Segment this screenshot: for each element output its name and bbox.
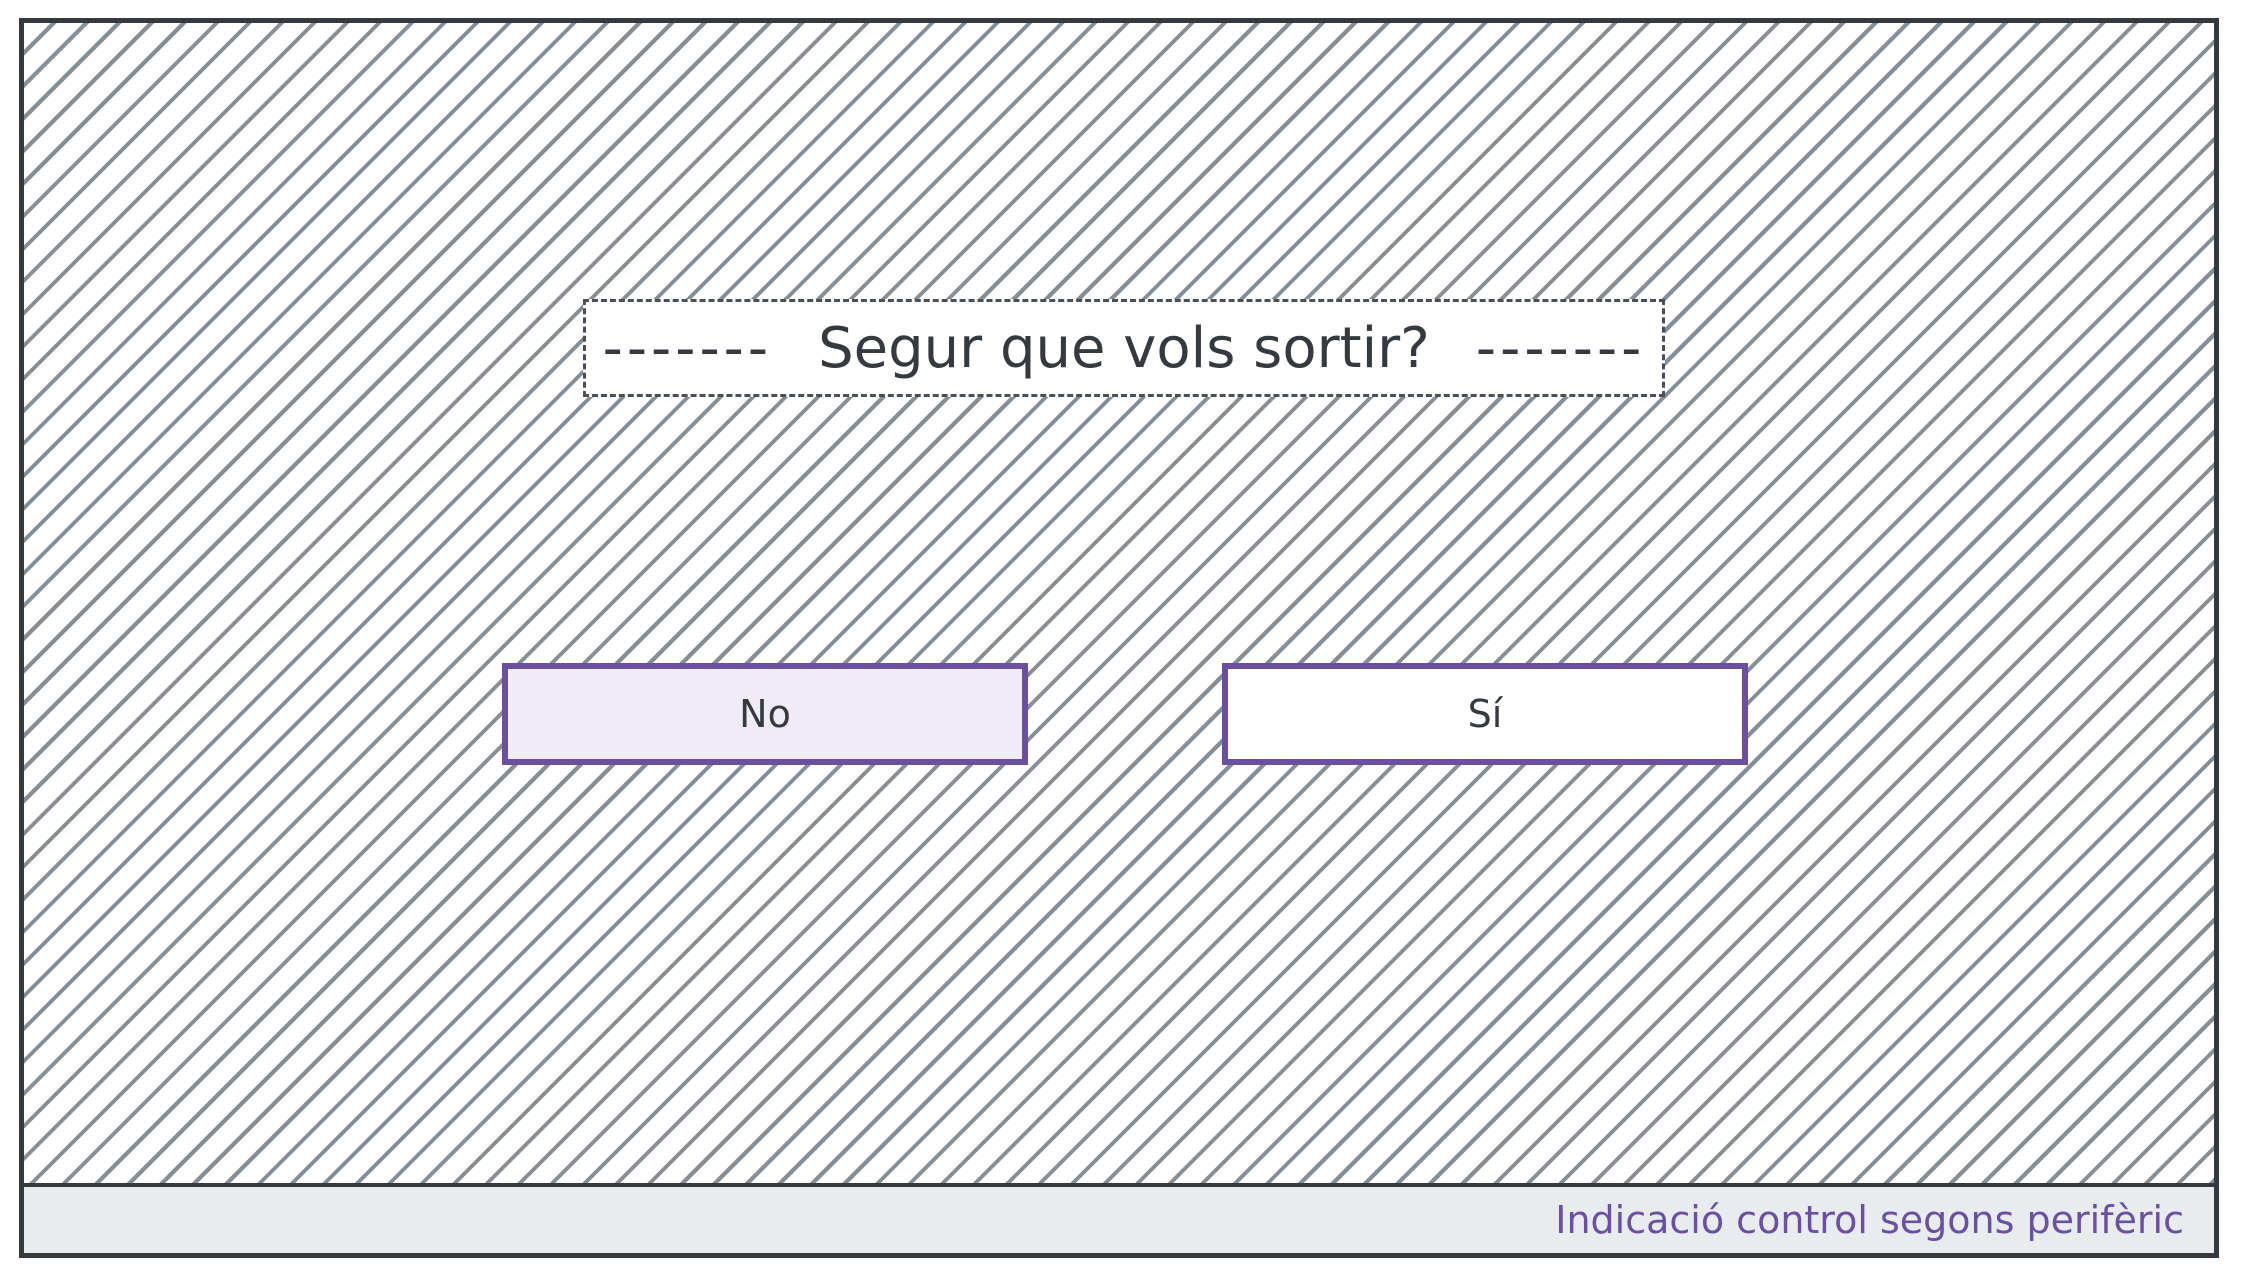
title-left-dashes: ------- (602, 315, 773, 381)
title-right-dashes: ------- (1475, 315, 1646, 381)
hatched-background (24, 23, 2214, 1183)
no-button[interactable]: No (502, 663, 1028, 765)
no-button-label: No (739, 692, 791, 736)
yes-button-label: Sí (1467, 692, 1503, 736)
dialog-title: Segur que vols sortir? (818, 315, 1430, 381)
yes-button[interactable]: Sí (1222, 663, 1748, 765)
screen-frame: ------- Segur que vols sortir? ------- N… (19, 18, 2219, 1258)
control-hint: Indicació control segons perifèric (1555, 1198, 2184, 1242)
dialog-title-box: ------- Segur que vols sortir? ------- (583, 299, 1665, 397)
footer-bar: Indicació control segons perifèric (24, 1183, 2214, 1253)
